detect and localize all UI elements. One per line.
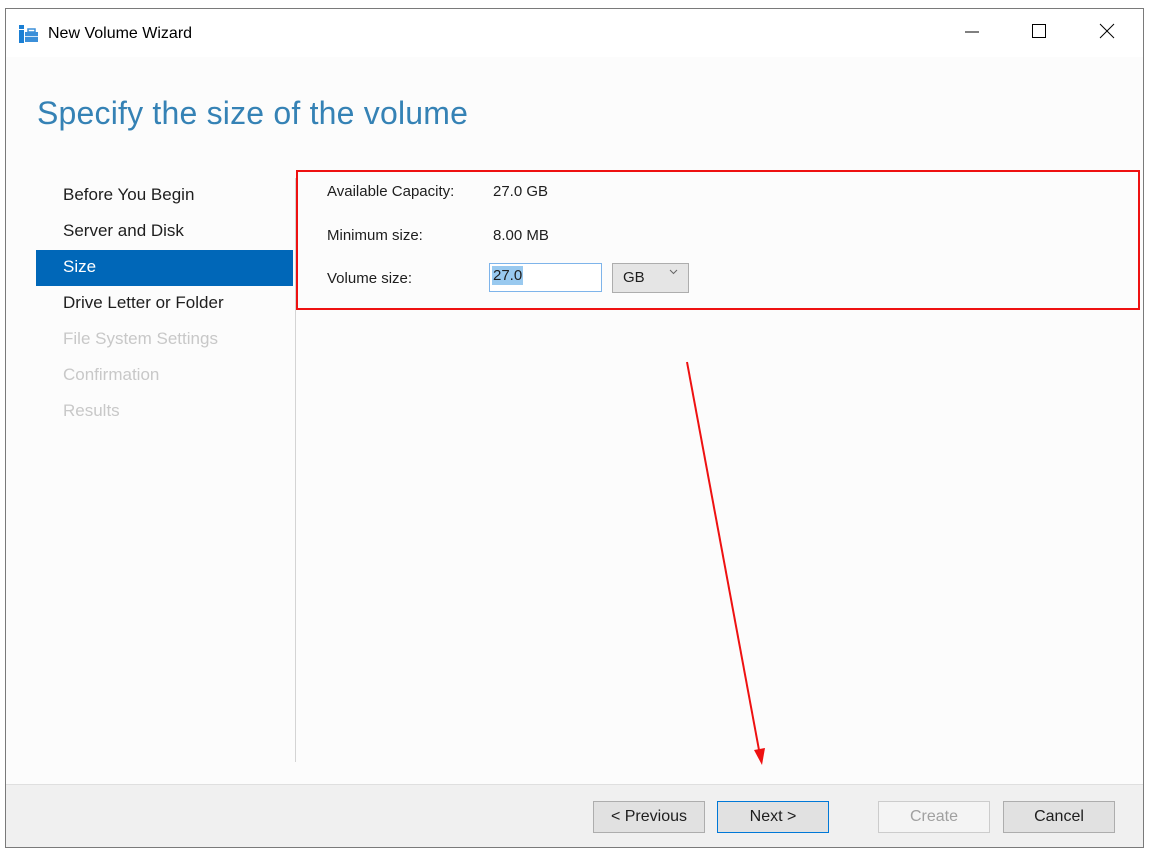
wizard-steps-nav: Before You Begin Server and Disk Size Dr…	[36, 178, 293, 430]
window-title: New Volume Wizard	[48, 25, 193, 42]
annotation-highlight-box	[296, 170, 1140, 310]
nav-item-results: Results	[63, 401, 120, 420]
nav-item-confirmation: Confirmation	[63, 365, 160, 384]
create-button: Create	[878, 801, 990, 833]
wizard-content: Specify the size of the volume Before Yo…	[6, 57, 1143, 784]
nav-item-file-system-settings: File System Settings	[63, 329, 218, 348]
nav-item-drive-letter-or-folder[interactable]: Drive Letter or Folder	[36, 286, 293, 322]
nav-item-before-you-begin[interactable]: Before You Begin	[36, 178, 293, 214]
minimize-icon	[965, 24, 979, 43]
wizard-footer: < Previous Next > Create Cancel	[6, 784, 1143, 847]
nav-item-server-and-disk[interactable]: Server and Disk	[36, 214, 293, 250]
previous-button[interactable]: < Previous	[593, 801, 705, 833]
title-bar[interactable]: New Volume Wizard	[6, 9, 1143, 57]
close-button[interactable]	[1084, 9, 1130, 57]
nav-item-size[interactable]: Size	[36, 250, 293, 286]
maximize-button[interactable]	[1016, 9, 1062, 57]
server-volume-icon	[19, 25, 39, 43]
close-icon	[1099, 23, 1115, 44]
cancel-button[interactable]: Cancel	[1003, 801, 1115, 833]
minimize-button[interactable]	[949, 9, 995, 57]
maximize-icon	[1031, 23, 1047, 44]
wizard-window: New Volume Wizard Specify the size of th…	[5, 8, 1144, 848]
next-button[interactable]: Next >	[717, 801, 829, 833]
page-title: Specify the size of the volume	[37, 95, 469, 131]
